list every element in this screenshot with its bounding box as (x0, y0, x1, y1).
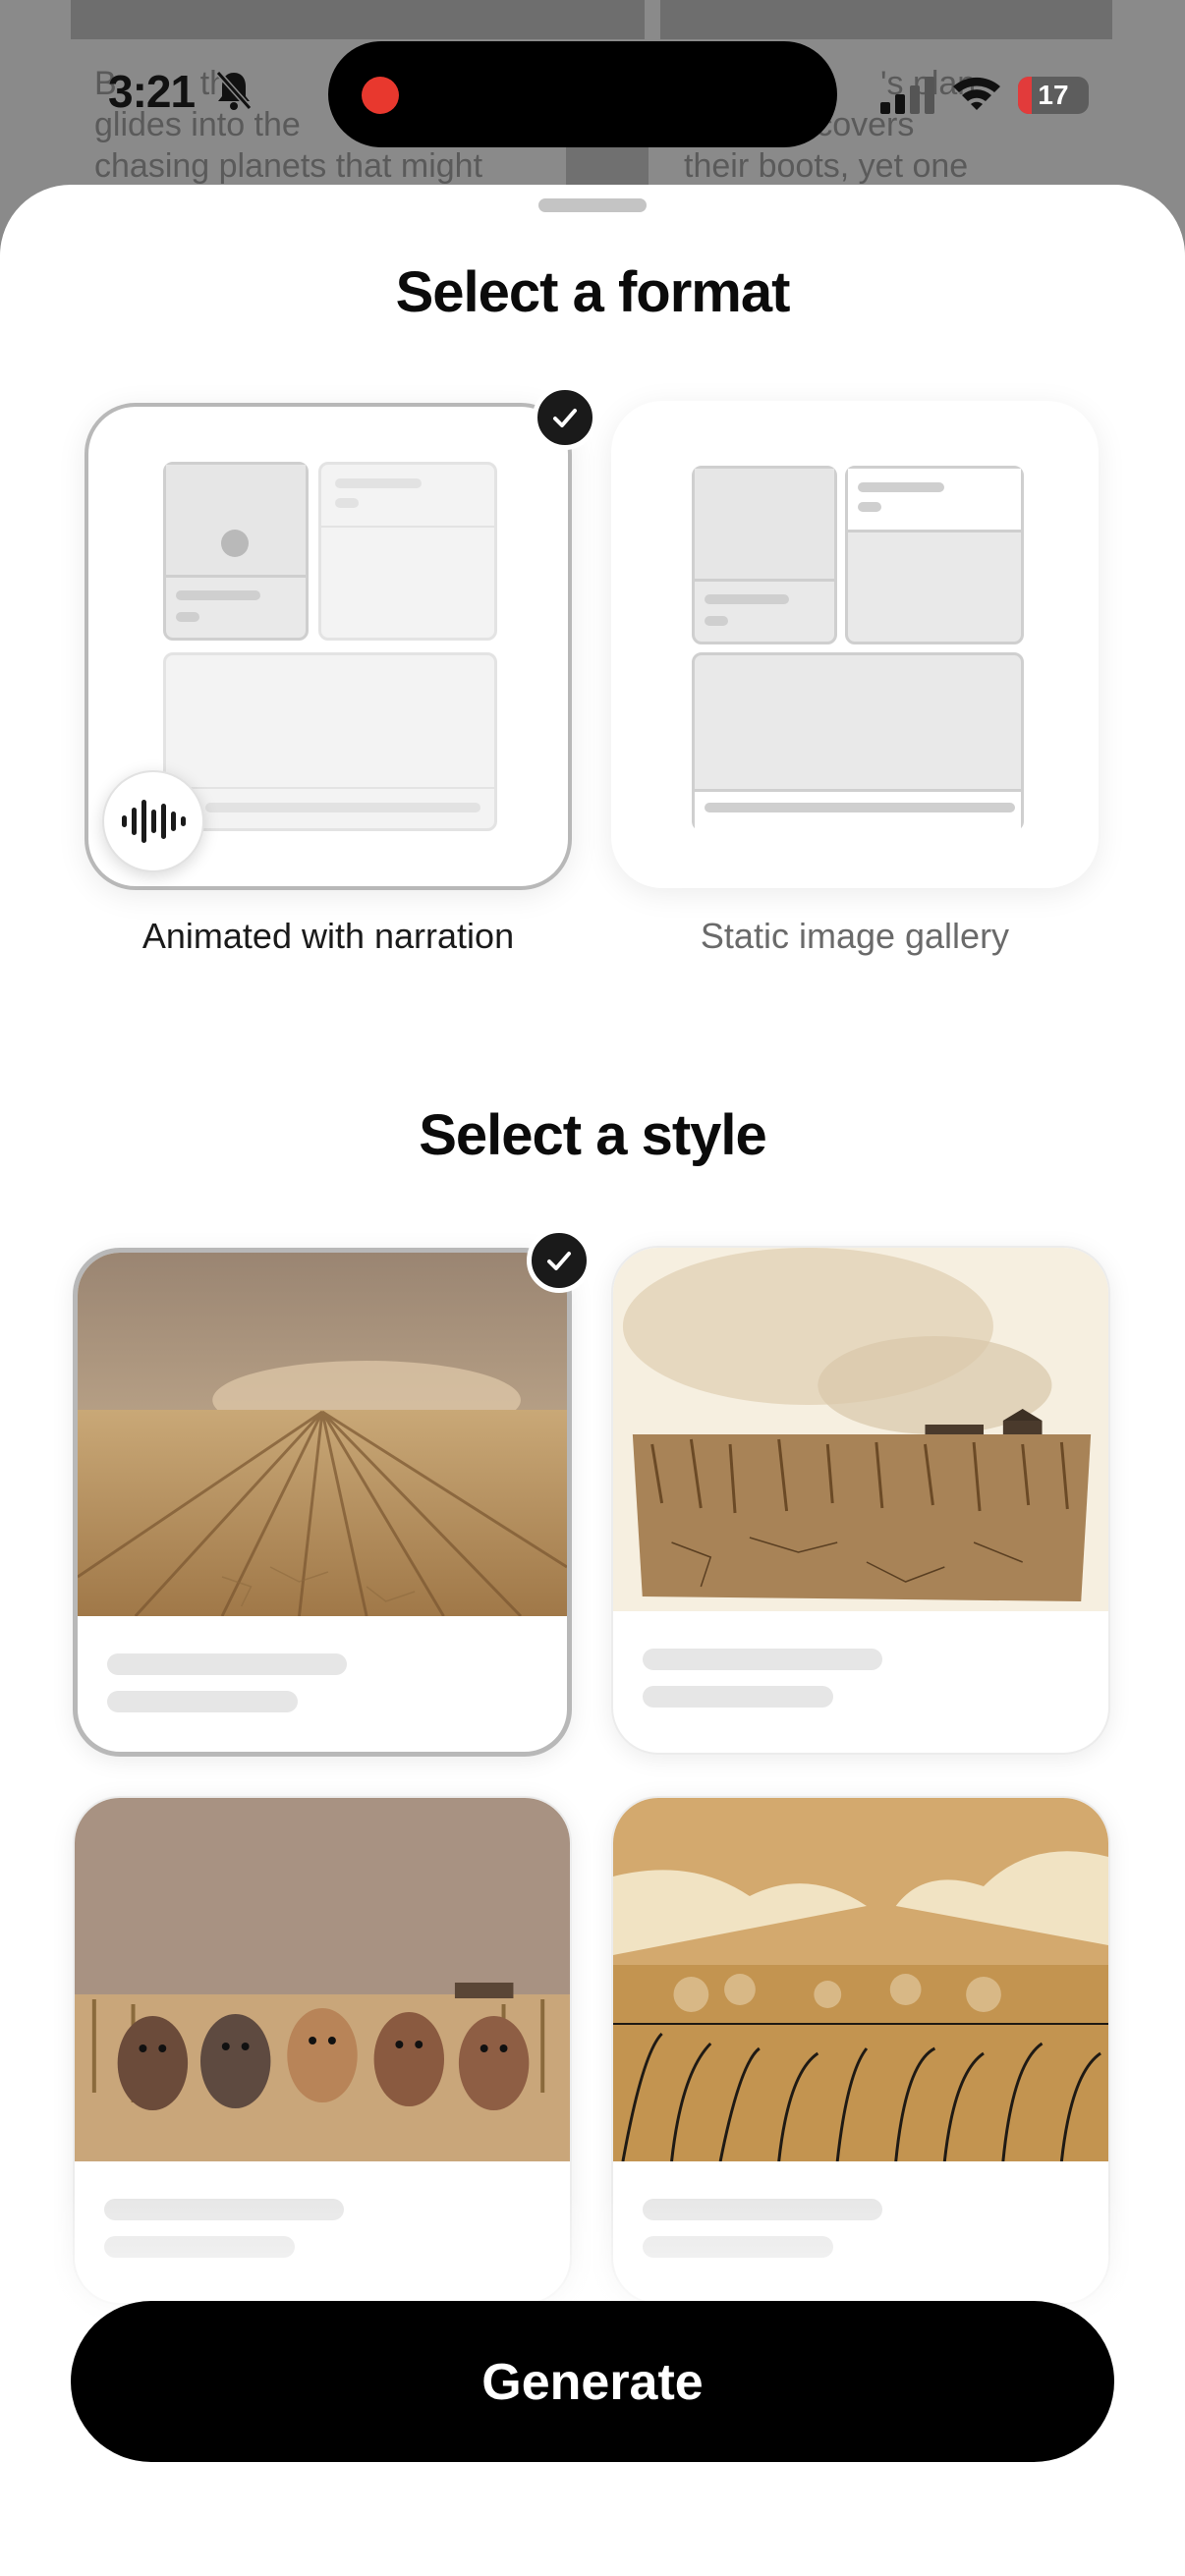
battery-percentage: 17 (1038, 80, 1069, 110)
format-card-animated[interactable] (85, 403, 572, 890)
style-title-placeholder (107, 1653, 347, 1675)
style-title-placeholder (643, 1649, 882, 1670)
style-preview-image (75, 1798, 570, 2161)
status-bar: 3:21 17 (0, 0, 1185, 187)
format-preview-tile (318, 462, 497, 641)
dynamic-island[interactable] (328, 41, 837, 147)
status-time: 3:21 (108, 66, 196, 117)
style-selected-checkmark-icon (527, 1228, 592, 1293)
cellular-signal-icon (880, 77, 934, 114)
waveform-icon (122, 800, 186, 843)
style-card-watercolor[interactable] (611, 1246, 1110, 1755)
recording-indicator-icon (362, 77, 399, 114)
format-card-static[interactable] (611, 401, 1099, 888)
silent-bell-icon (215, 71, 253, 110)
preview-dot-icon (221, 530, 249, 557)
format-preview-tile (692, 466, 837, 644)
format-preview-tile (692, 652, 1024, 831)
format-section-title: Select a format (395, 260, 791, 324)
generate-button[interactable]: Generate (71, 2301, 1114, 2462)
format-label-animated: Animated with narration (141, 916, 515, 956)
style-section-title: Select a style (419, 1103, 767, 1167)
narration-waveform-button (102, 770, 204, 872)
format-preview-tile (163, 652, 497, 831)
battery-icon: 17 (1018, 77, 1089, 114)
format-selected-checkmark-icon (533, 385, 597, 450)
style-preview-image (613, 1798, 1108, 2161)
format-label-static: Static image gallery (700, 916, 1010, 956)
style-subtitle-placeholder (107, 1691, 298, 1712)
format-preview-tile (845, 466, 1024, 644)
sheet-grabber[interactable] (538, 198, 647, 212)
format-preview-tile (163, 462, 309, 641)
style-preview-image (78, 1253, 567, 1616)
style-subtitle-placeholder (643, 1686, 833, 1708)
style-preview-image (613, 1248, 1108, 1611)
style-card-photorealistic[interactable] (73, 1248, 572, 1757)
wifi-icon (953, 77, 1000, 110)
